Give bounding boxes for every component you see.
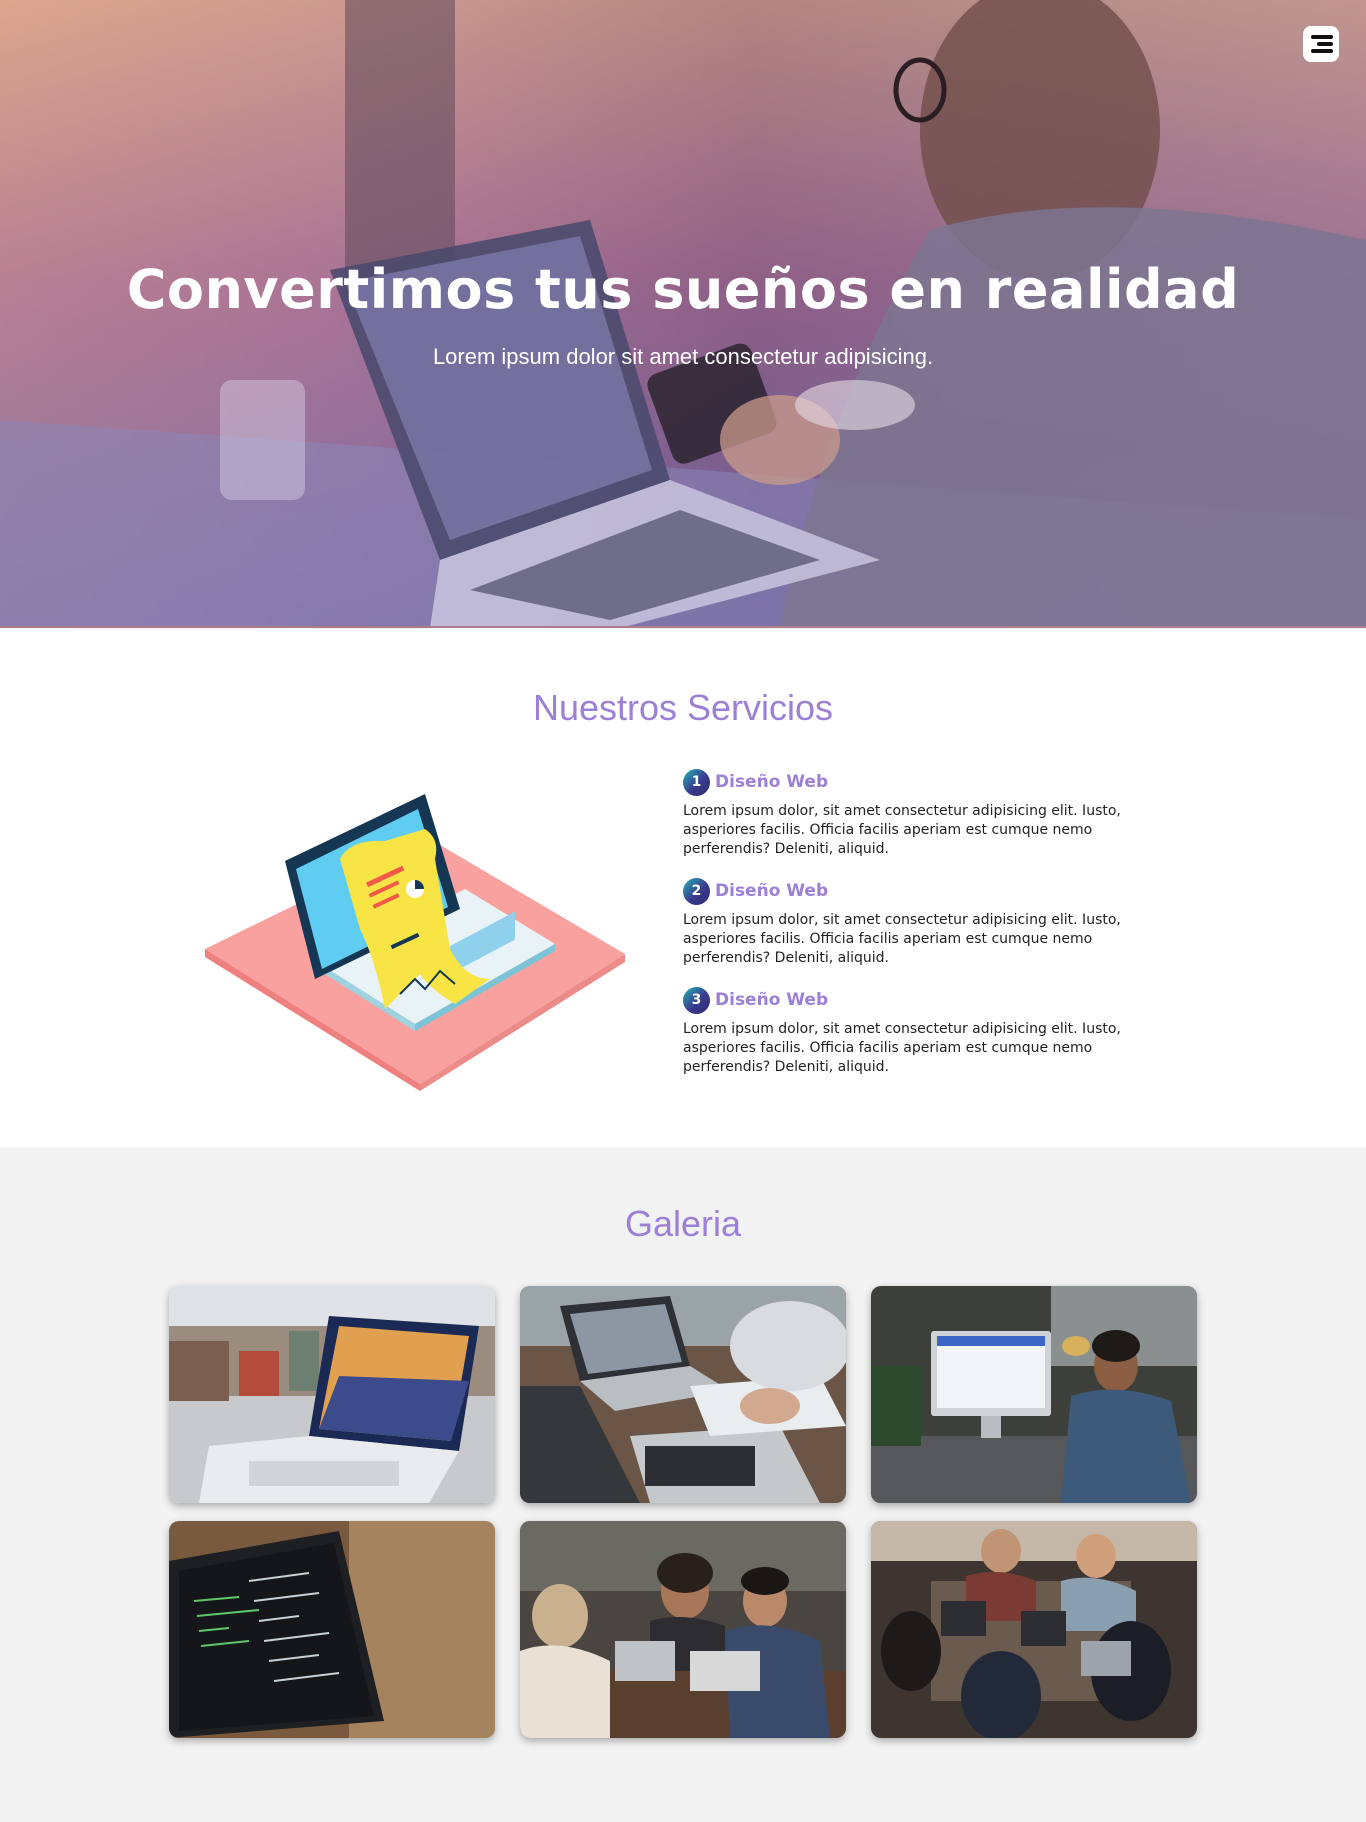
service-description: Lorem ipsum dolor, sit amet consectetur … <box>683 803 1121 857</box>
service-name: Diseño Web <box>715 772 829 792</box>
team-coworking-photo[interactable] <box>871 1521 1197 1738</box>
number-badge: 3 <box>683 986 710 1014</box>
service-name: Diseño Web <box>715 990 829 1010</box>
services-section: Nuestros Servicios 1 Diseño Web Lorem ip… <box>0 629 1366 1147</box>
service-description: Lorem ipsum dolor, sit amet consectetur … <box>683 912 1121 966</box>
gallery-title: Galeria <box>624 1203 742 1244</box>
hero-bottom-border <box>0 626 1366 628</box>
number-badge: 1 <box>683 768 710 796</box>
laptop-receipt-illustration <box>205 794 625 1091</box>
hero-subtitle: Lorem ipsum dolor sit amet consectetur a… <box>432 344 934 369</box>
meeting-laptops-photo[interactable] <box>520 1286 846 1503</box>
service-list: 1 Diseño Web Lorem ipsum dolor, sit amet… <box>683 767 1173 1094</box>
service-name: Diseño Web <box>715 881 829 901</box>
man-imac-photo[interactable] <box>871 1286 1197 1503</box>
service-item-3: 3 Diseño Web Lorem ipsum dolor, sit amet… <box>683 985 1173 1077</box>
friends-cafe-photo[interactable] <box>520 1521 846 1738</box>
number-badge: 2 <box>683 877 710 905</box>
gallery-section: Galeria <box>0 1147 1366 1811</box>
code-laptop-photo[interactable] <box>169 1521 495 1738</box>
service-item-2: 2 Diseño Web Lorem ipsum dolor, sit amet… <box>683 876 1173 968</box>
service-item-1: 1 Diseño Web Lorem ipsum dolor, sit amet… <box>683 767 1173 859</box>
hamburger-menu-icon[interactable] <box>1303 26 1339 62</box>
hero-section: Convertimos tus sueños en realidad Lorem… <box>0 0 1366 628</box>
service-description: Lorem ipsum dolor, sit amet consectetur … <box>683 1021 1121 1075</box>
laptop-city-photo[interactable] <box>169 1286 495 1503</box>
services-title: Nuestros Servicios <box>532 687 834 728</box>
hero-title: Convertimos tus sueños en realidad <box>126 258 1240 321</box>
